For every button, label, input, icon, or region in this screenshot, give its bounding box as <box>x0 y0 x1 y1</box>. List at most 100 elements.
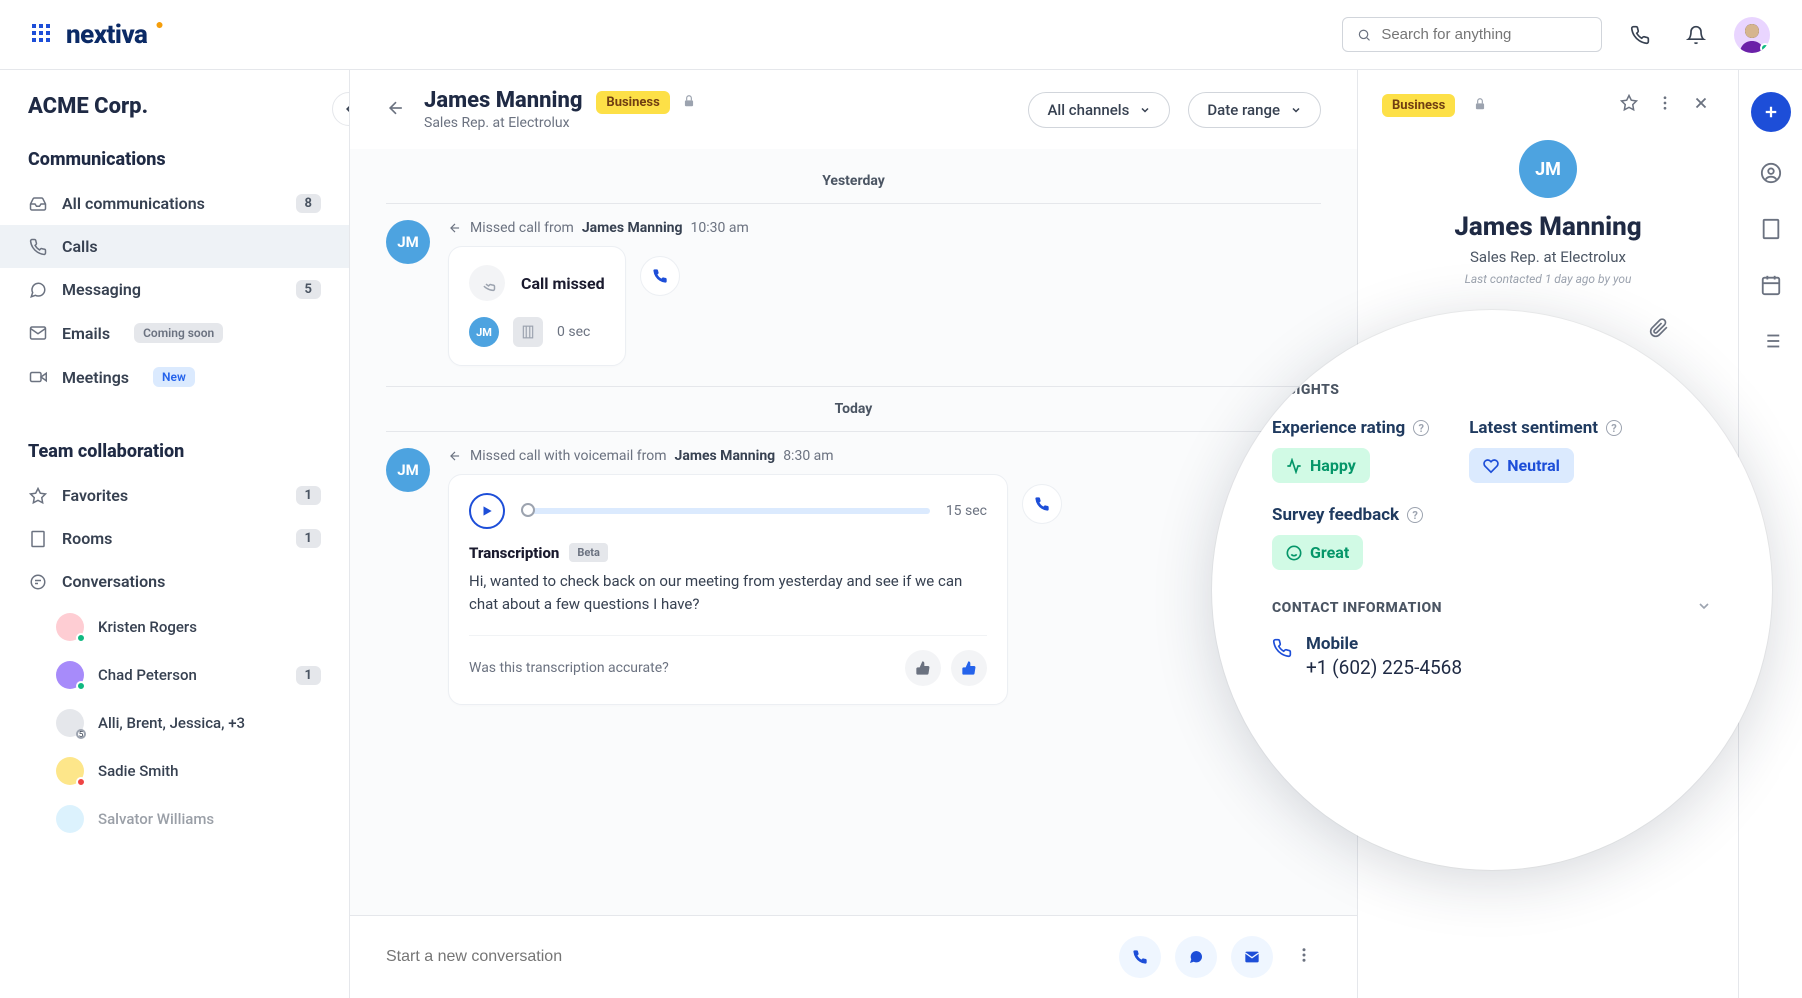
count-badge: 1 <box>296 486 321 505</box>
rail-company-button[interactable] <box>1760 218 1782 244</box>
group-count-badge: 5 <box>76 729 86 739</box>
event-name: James Manning <box>582 220 683 236</box>
missed-call-icon <box>469 265 505 301</box>
avatar <box>56 661 84 689</box>
call-card: Call missed JM 0 sec <box>448 246 626 366</box>
insight-sentiment: Latest sentiment ? Neutral <box>1469 418 1622 483</box>
dialer-button[interactable] <box>1622 17 1658 53</box>
sidebar-item-label: Meetings <box>62 368 129 387</box>
insight-label: Experience rating <box>1272 418 1405 438</box>
count-badge: 8 <box>296 194 321 213</box>
conversation-row[interactable]: Kristen Rogers <box>0 603 349 651</box>
conversation-row[interactable]: Salvator Williams <box>0 795 349 843</box>
close-button[interactable] <box>1688 90 1714 120</box>
activity-icon <box>1286 458 1302 474</box>
plus-icon <box>1762 103 1780 121</box>
date-filter[interactable]: Date range <box>1188 92 1321 128</box>
sidebar-item-messaging[interactable]: Messaging 5 <box>0 268 349 311</box>
building-icon <box>28 530 48 548</box>
help-icon[interactable]: ? <box>1407 507 1423 523</box>
day-separator: Yesterday <box>386 159 1321 204</box>
sidebar-item-favorites[interactable]: Favorites 1 <box>0 474 349 517</box>
help-icon[interactable]: ? <box>1413 420 1429 436</box>
rail-calendar-button[interactable] <box>1760 274 1782 300</box>
chevron-left-icon <box>342 102 350 116</box>
composer-more-button[interactable] <box>1287 946 1321 968</box>
thumbs-up-button[interactable] <box>951 650 987 686</box>
user-avatar[interactable] <box>1734 17 1770 53</box>
timeline-item: JM Missed call from James Manning 10:30 … <box>386 220 1321 366</box>
lock-icon <box>1473 96 1487 115</box>
contact-avatar: JM <box>386 448 430 492</box>
playback-progress[interactable] <box>521 508 930 514</box>
channel-filter-label: All channels <box>1047 101 1129 119</box>
contact-avatar-large: JM <box>1519 140 1577 198</box>
business-chip: Business <box>1382 94 1455 117</box>
composer-message-button[interactable] <box>1175 936 1217 978</box>
sidebar-item-meetings[interactable]: Meetings New <box>0 355 349 399</box>
sidebar-item-rooms[interactable]: Rooms 1 <box>0 517 349 560</box>
building-icon <box>1760 218 1782 240</box>
arrow-left-icon <box>386 98 406 118</box>
experience-value-pill: Happy <box>1272 448 1370 483</box>
event-prefix: Missed call with voicemail from <box>470 448 667 464</box>
sidebar-item-all-communications[interactable]: All communications 8 <box>0 182 349 225</box>
more-button[interactable] <box>1652 90 1678 120</box>
channel-filter[interactable]: All channels <box>1028 92 1170 128</box>
composer-call-button[interactable] <box>1119 936 1161 978</box>
composer-email-button[interactable] <box>1231 936 1273 978</box>
composer <box>350 915 1357 998</box>
playback-thumb[interactable] <box>521 503 535 517</box>
notifications-button[interactable] <box>1678 17 1714 53</box>
sidebar-item-label: Rooms <box>62 529 112 548</box>
sidebar-item-label: All communications <box>62 194 205 213</box>
apps-grid-icon[interactable] <box>32 24 50 46</box>
composer-input[interactable] <box>386 948 1105 966</box>
contact-role: Sales Rep. at Electrolux <box>1382 248 1714 266</box>
business-chip: Business <box>596 91 669 114</box>
contact-mobile-row: Mobile +1 (602) 225-4568 <box>1272 634 1712 679</box>
sidebar-item-conversations[interactable]: Conversations <box>0 560 349 603</box>
conversations-icon <box>28 573 48 591</box>
search-input[interactable] <box>1381 26 1587 43</box>
contact-field-label: Mobile <box>1306 634 1462 654</box>
calendar-icon <box>1760 274 1782 296</box>
callback-button[interactable] <box>640 256 680 296</box>
conversation-name: Kristen Rogers <box>98 618 197 636</box>
avatar <box>56 757 84 785</box>
global-search[interactable] <box>1342 17 1602 52</box>
new-tag: New <box>153 367 195 387</box>
chevron-down-icon <box>1696 598 1712 614</box>
event-time: 10:30 am <box>691 220 749 236</box>
star-button[interactable] <box>1616 90 1642 120</box>
video-icon <box>28 368 48 386</box>
logo[interactable]: nextiva ● <box>66 20 161 50</box>
rail-profile-button[interactable] <box>1760 162 1782 188</box>
conversation-row[interactable]: Sadie Smith <box>0 747 349 795</box>
thumbs-down-button[interactable] <box>905 650 941 686</box>
message-icon <box>28 281 48 299</box>
phone-icon <box>1272 638 1292 662</box>
help-icon[interactable]: ? <box>1606 420 1622 436</box>
back-button[interactable] <box>386 98 406 122</box>
sidebar-item-calls[interactable]: Calls <box>0 225 349 268</box>
phone-icon <box>28 238 48 256</box>
contact-name: James Manning <box>424 88 582 113</box>
play-button[interactable] <box>469 493 505 529</box>
tab-attachments[interactable] <box>1641 310 1677 350</box>
sidebar-item-emails[interactable]: Emails Coming soon <box>0 311 349 355</box>
callback-button[interactable] <box>1022 484 1062 524</box>
transcription-text: Hi, wanted to check back on our meeting … <box>469 570 987 617</box>
conversation-row[interactable]: 5 Alli, Brent, Jessica, +3 <box>0 699 349 747</box>
rail-tasks-button[interactable] <box>1760 330 1782 356</box>
timeline-item: JM Missed call with voicemail from James… <box>386 448 1321 705</box>
survey-value-pill: Great <box>1272 535 1363 570</box>
user-circle-icon <box>1760 162 1782 184</box>
topbar: nextiva ● <box>0 0 1802 70</box>
sidebar-item-label: Favorites <box>62 486 128 505</box>
conversation-row[interactable]: Chad Peterson 1 <box>0 651 349 699</box>
add-button[interactable] <box>1751 92 1791 132</box>
collapse-contact-button[interactable] <box>1696 598 1712 618</box>
voicemail-duration: 15 sec <box>946 503 987 519</box>
date-filter-label: Date range <box>1207 101 1280 119</box>
